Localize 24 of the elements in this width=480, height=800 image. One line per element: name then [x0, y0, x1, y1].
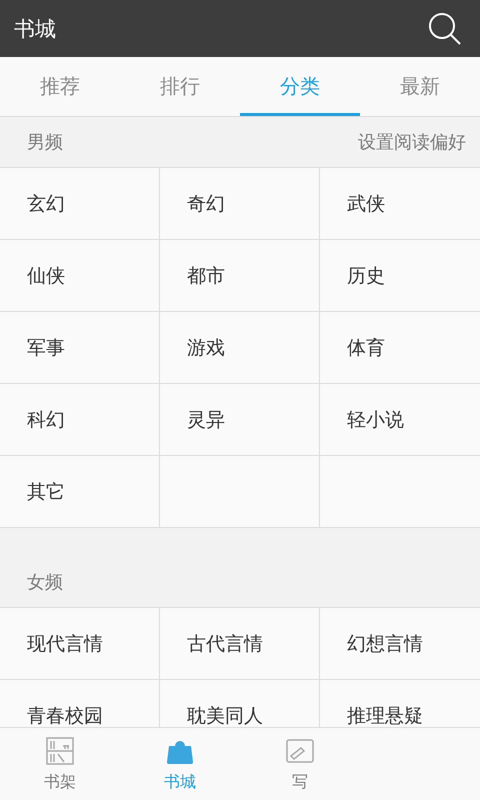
nav-item[interactable]: 书架: [0, 728, 120, 800]
category-cell[interactable]: 仙侠: [0, 240, 160, 312]
category-cell[interactable]: 军事: [0, 312, 160, 384]
category-cell[interactable]: 幻想言情: [320, 608, 480, 680]
category-cell[interactable]: 科幻: [0, 384, 160, 456]
category-cell[interactable]: 游戏: [160, 312, 320, 384]
category-cell[interactable]: 其它: [0, 456, 160, 528]
category-cell[interactable]: 体育: [320, 312, 480, 384]
category-cell[interactable]: 灵异: [160, 384, 320, 456]
category-cell[interactable]: 轻小说: [320, 384, 480, 456]
category-cell[interactable]: 都市: [160, 240, 320, 312]
category-cell[interactable]: 古代言情: [160, 608, 320, 680]
bookshelf-icon: [45, 736, 75, 766]
search-icon: [428, 12, 462, 46]
category-cell[interactable]: 历史: [320, 240, 480, 312]
category-cell[interactable]: 玄幻: [0, 168, 160, 240]
page-title: 书城: [14, 16, 56, 42]
section-title: 男频: [27, 131, 63, 154]
section-title: 女频: [27, 571, 63, 594]
category-cell[interactable]: 武侠: [320, 168, 480, 240]
category-cell[interactable]: 奇幻: [160, 168, 320, 240]
category-cell[interactable]: 现代言情: [0, 608, 160, 680]
nav-item[interactable]: 写: [240, 728, 360, 800]
preference-link[interactable]: 设置阅读偏好: [358, 130, 466, 154]
